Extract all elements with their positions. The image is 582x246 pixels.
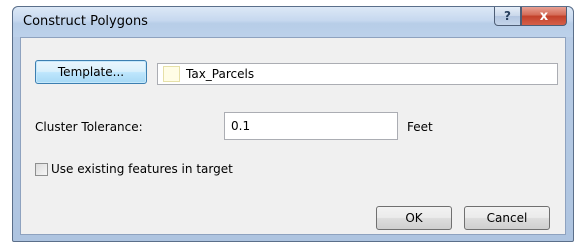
template-button[interactable]: Template... [35, 60, 147, 84]
tolerance-unit-label: Feet [407, 120, 433, 134]
use-existing-features-label[interactable]: Use existing features in target [51, 162, 233, 176]
help-icon: ? [504, 9, 511, 23]
cluster-tolerance-label: Cluster Tolerance: [35, 120, 143, 134]
cancel-button[interactable]: Cancel [464, 206, 550, 230]
template-symbol-swatch [163, 66, 180, 82]
close-icon: x [539, 8, 549, 24]
ok-button[interactable]: OK [376, 206, 452, 230]
cluster-tolerance-input[interactable] [224, 112, 398, 140]
template-layer-name: Tax_Parcels [186, 67, 255, 81]
help-button[interactable]: ? [494, 7, 521, 26]
use-existing-features-checkbox[interactable] [35, 163, 48, 176]
dialog-title: Construct Polygons [23, 14, 148, 29]
dialog-body: Template... Tax_Parcels Cluster Toleranc… [20, 37, 566, 235]
close-button[interactable]: x [521, 7, 567, 26]
construct-polygons-dialog: Construct Polygons ? x Template... Tax_P… [12, 6, 574, 242]
template-field[interactable]: Tax_Parcels [157, 63, 558, 85]
title-bar[interactable]: Construct Polygons ? x [13, 7, 573, 37]
